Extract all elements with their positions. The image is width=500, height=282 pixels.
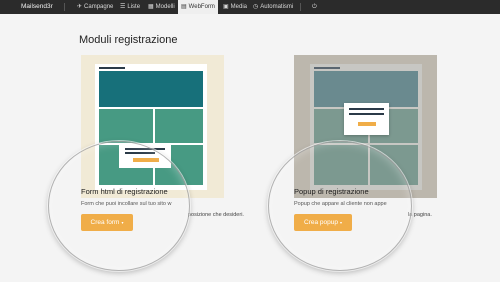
nav-item-label: Liste: [127, 4, 141, 10]
nav-item-campagne[interactable]: ✈ Campagne: [74, 0, 116, 14]
nav-divider: [300, 3, 301, 11]
nav-item-label: Media: [230, 4, 248, 10]
power-icon: ⏻: [312, 4, 317, 10]
preview-heading-bar: [99, 67, 125, 69]
image-icon: ▣: [223, 4, 229, 10]
preview-popup-button: [358, 122, 376, 126]
nav-item-modelli[interactable]: ▦ Modelli: [145, 0, 178, 14]
nav-item-webform[interactable]: ▤ WebForm: [178, 0, 218, 14]
nav-item-logout[interactable]: ⏻: [309, 0, 320, 14]
page-title: Moduli registrazione: [79, 34, 178, 46]
app-brand[interactable]: Mailsend3r: [21, 3, 53, 10]
preview-content-block: [155, 109, 203, 143]
preview-content-block: [99, 109, 153, 143]
clock-icon: ◷: [253, 4, 259, 10]
magnifier-lens: [48, 141, 190, 271]
list-icon: ☰: [120, 4, 126, 10]
paper-plane-icon: ✈: [77, 4, 83, 10]
nav-item-label: Modelli: [155, 4, 175, 10]
nav-item-label: WebForm: [188, 4, 215, 10]
nav-divider: [64, 3, 65, 11]
nav-item-automatismi[interactable]: ◷ Automatismi: [250, 0, 296, 14]
nav-item-media[interactable]: ▣ Media: [220, 0, 250, 14]
template-icon: ▦: [148, 4, 154, 10]
preview-popup-line: [349, 108, 384, 110]
magnifier-lens: [268, 141, 412, 271]
form-card-description-tail: posizione che desideri.: [188, 212, 244, 218]
nav-item-label: Automatismi: [260, 4, 294, 10]
preview-popup-line: [349, 113, 384, 115]
nav-item-label: Campagne: [84, 4, 114, 10]
nav-item-liste[interactable]: ☰ Liste: [117, 0, 143, 14]
form-icon: ▤: [181, 4, 187, 10]
preview-heading-bar: [314, 67, 340, 69]
preview-hero-block: [314, 71, 418, 107]
top-navbar: Mailsend3r ✈ Campagne ☰ Liste ▦ Modelli …: [0, 0, 500, 14]
preview-hero-block: [99, 71, 203, 107]
